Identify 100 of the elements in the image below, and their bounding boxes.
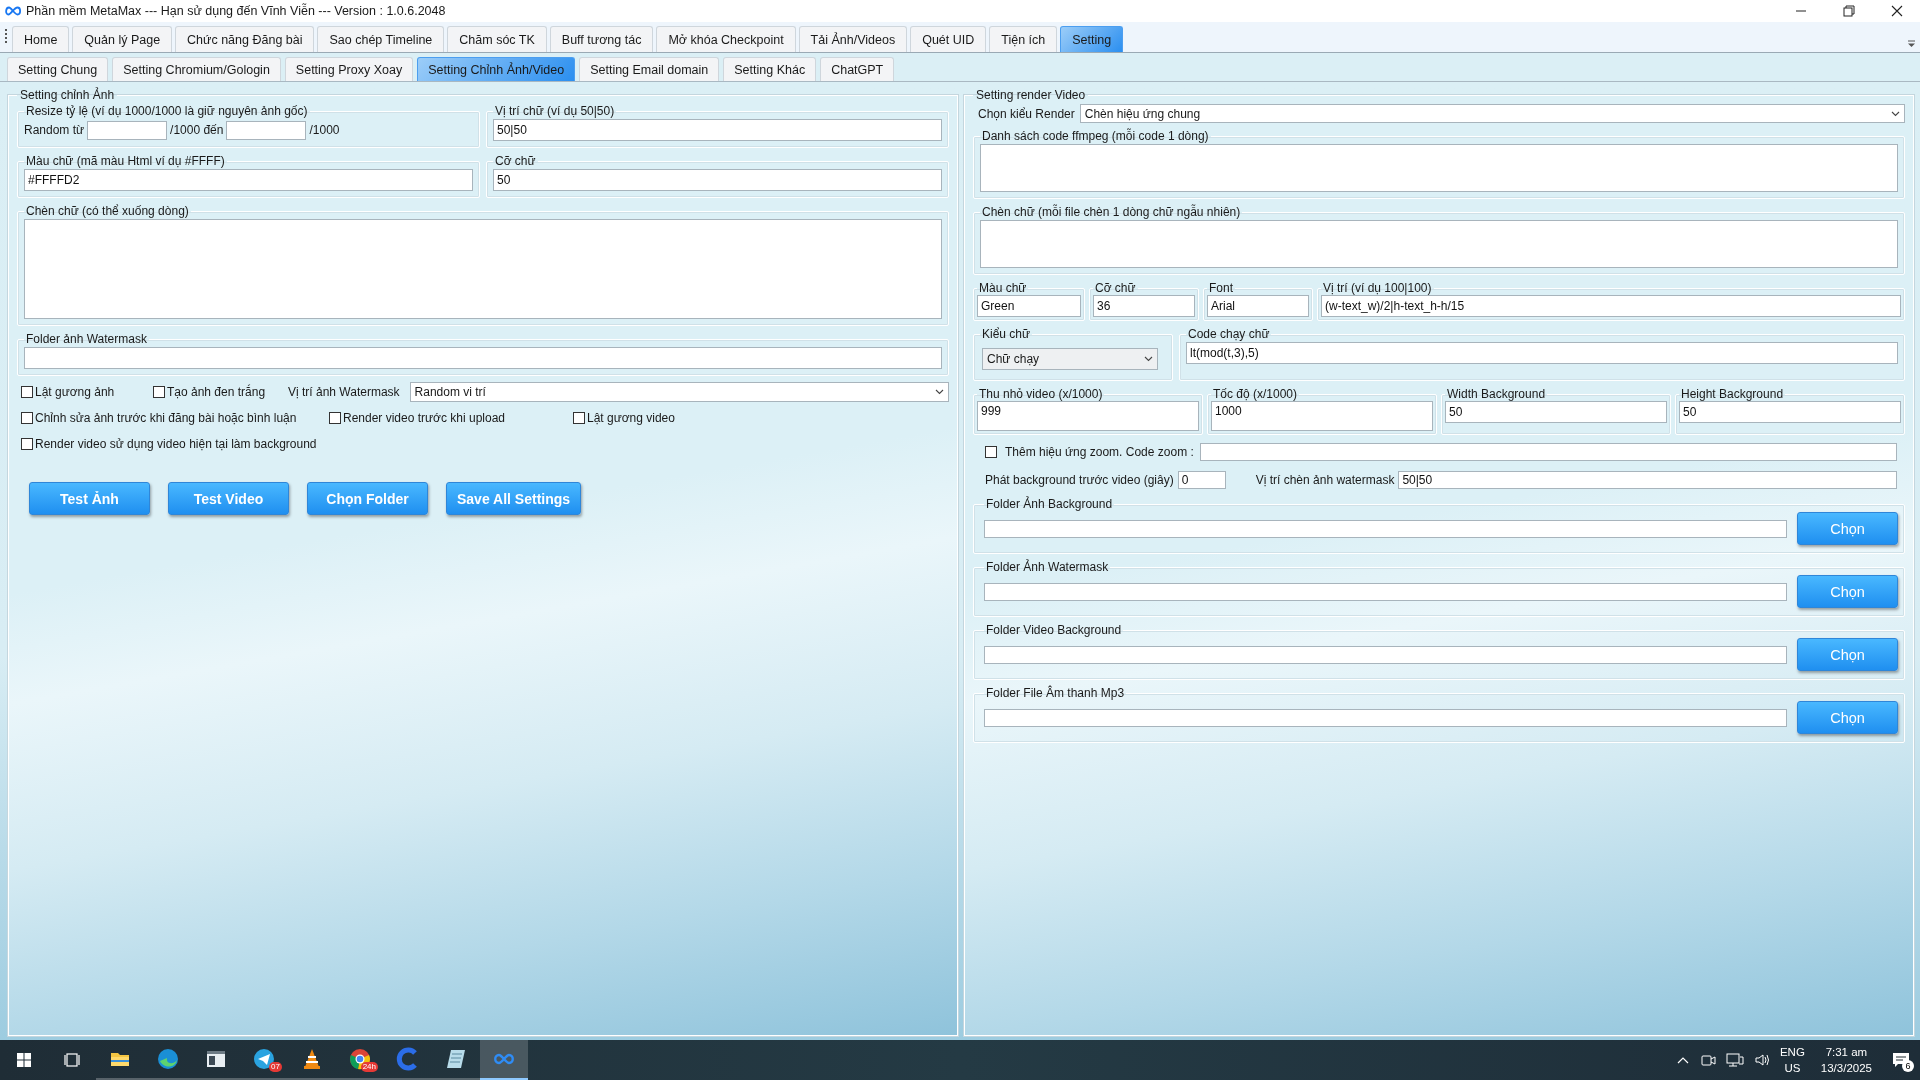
checkbox-label: Render video sử dụng video hiện tại làm background xyxy=(35,437,317,451)
group-label: Folder Video Background xyxy=(985,623,1123,637)
dropdown[interactable]: Random vi trí xyxy=(409,382,949,402)
group-label: Folder ảnh Watermask xyxy=(25,332,148,346)
dropdown[interactable]: Chữ chạy xyxy=(982,348,1158,370)
tab[interactable]: Setting Khác xyxy=(723,57,817,81)
checkbox-label: Chỉnh sửa ảnh trước khi đăng bài hoặc bình luận xyxy=(35,411,297,425)
notification-count: 6 xyxy=(1902,1060,1914,1072)
checkbox[interactable] xyxy=(21,438,33,450)
group-label: Folder File Âm thanh Mp3 xyxy=(985,686,1126,700)
checkbox[interactable] xyxy=(21,386,33,398)
input-field[interactable] xyxy=(984,519,1787,538)
input-field[interactable] xyxy=(226,120,307,140)
group-label: Vị trí (ví dụ 100|100) xyxy=(1322,281,1433,295)
checkbox[interactable] xyxy=(985,446,997,458)
chevron-up-icon[interactable] xyxy=(1675,1055,1690,1065)
input-field[interactable] xyxy=(984,645,1787,664)
input-field[interactable]: 50|50 xyxy=(493,119,942,141)
group-label: Tốc độ (x/1000) xyxy=(1212,387,1299,401)
tab[interactable]: Home xyxy=(12,26,70,52)
input-field[interactable]: 999 xyxy=(977,401,1199,431)
tab[interactable]: Setting xyxy=(1060,26,1124,52)
tab[interactable]: Chức năng Đăng bài xyxy=(175,26,315,52)
tab[interactable]: Quét UID xyxy=(910,26,987,52)
globe-icon xyxy=(155,1046,181,1072)
clock-date[interactable]: 13/3/2025 xyxy=(1820,1060,1872,1076)
input-field[interactable]: (w-text_w)/2|h-text_h-h/15 xyxy=(1321,295,1901,317)
input-field[interactable] xyxy=(87,120,168,140)
group-label: Cỡ chữ xyxy=(494,154,537,168)
input-field[interactable]: 36 xyxy=(1093,295,1195,317)
field-label: /1000 xyxy=(309,123,340,137)
group-label: Height Background xyxy=(1680,387,1785,401)
input-field[interactable] xyxy=(24,347,942,369)
checkbox-label: Lật gương video xyxy=(587,411,675,425)
input-field[interactable] xyxy=(984,582,1787,601)
tab[interactable]: Chăm sóc TK xyxy=(447,26,547,52)
group-label: Màu chữ (mã màu Html ví dụ #FFFF) xyxy=(25,154,226,168)
tab[interactable]: Tải Ảnh/Videos xyxy=(798,26,908,52)
input-field[interactable]: 50 xyxy=(1445,401,1667,423)
checkbox-label: Render video trước khi upload xyxy=(343,411,505,425)
input-field[interactable]: 50 xyxy=(1679,401,1901,423)
language-label[interactable]: ENG xyxy=(1779,1044,1805,1060)
tab[interactable]: Buff tương tác xyxy=(549,26,654,52)
group-label: Màu chữ xyxy=(978,281,1028,295)
group-label: Chèn chữ (mỗi file chèn 1 dòng chữ ngẫu nhiên) xyxy=(981,205,1242,219)
caret-icon xyxy=(935,389,944,395)
tab[interactable]: ChatGPT xyxy=(820,57,895,81)
input-field[interactable]: 50 xyxy=(493,169,942,191)
tab[interactable]: Setting Proxy Xoay xyxy=(284,57,414,81)
tab[interactable]: Tiện ích xyxy=(989,26,1058,52)
panel-title: Setting chỉnh Ảnh xyxy=(19,88,116,102)
group-label: Cỡ chữ xyxy=(1094,281,1137,295)
network-icon[interactable] xyxy=(1725,1052,1744,1068)
input-field[interactable] xyxy=(1199,443,1897,461)
input-field[interactable]: 1000 xyxy=(1211,401,1433,431)
checkbox-label: Tạo ảnh đen trắng xyxy=(167,385,266,399)
field-label: Chọn kiểu Render xyxy=(978,106,1075,121)
checkbox[interactable] xyxy=(329,412,341,424)
group-label: Font xyxy=(1208,281,1234,295)
field-label: /1000 đến xyxy=(170,123,224,137)
group-label: Chèn chữ (có thể xuống dòng) xyxy=(25,204,190,218)
dropdown[interactable]: Chèn hiệu ứng chung xyxy=(1079,104,1905,123)
taskbar-button[interactable]: 07 xyxy=(240,1040,288,1080)
group-label: Folder Ảnh Background xyxy=(985,497,1114,511)
volume-icon[interactable] xyxy=(1753,1052,1770,1068)
input-field[interactable]: Arial xyxy=(1207,295,1309,317)
input-field[interactable]: lt(mod(t,3),5) xyxy=(1186,342,1898,364)
tab[interactable]: Setting Email domain xyxy=(579,57,720,81)
field-label: Random từ xyxy=(24,123,85,137)
tab[interactable]: Sao chép Timeline xyxy=(317,26,445,52)
tab[interactable]: Mở khóa Checkpoint xyxy=(656,26,796,52)
group-label: Code chạy chữ xyxy=(1187,327,1271,341)
tab[interactable]: Setting Chromium/Gologin xyxy=(112,57,281,81)
clock-time[interactable]: 7:31 am xyxy=(1825,1044,1868,1060)
grip-icon[interactable] xyxy=(4,28,8,46)
caret-icon xyxy=(1891,110,1900,117)
panel-title: Setting render Video xyxy=(975,88,1087,102)
input-field[interactable] xyxy=(984,708,1787,727)
camera-icon[interactable] xyxy=(1699,1052,1716,1068)
taskbar-button[interactable]: 24h xyxy=(336,1040,384,1080)
badge-count: 07 xyxy=(269,1062,282,1072)
input-field[interactable]: 50|50 xyxy=(1398,471,1897,489)
field-label: Vị trí ảnh Watermask xyxy=(288,385,400,399)
input-field[interactable]: #FFFFD2 xyxy=(24,169,473,191)
tab[interactable]: Quản lý Page xyxy=(72,26,173,52)
checkbox[interactable] xyxy=(573,412,585,424)
tab[interactable]: Setting Chung xyxy=(7,57,109,81)
input-field[interactable]: 0 xyxy=(1177,471,1226,489)
input-field[interactable]: Green xyxy=(977,295,1081,317)
group-label: Thu nhỏ video (x/1000) xyxy=(978,387,1104,401)
checkbox[interactable] xyxy=(21,412,33,424)
tab[interactable]: Setting Chỉnh Ảnh/Video xyxy=(417,57,576,81)
group-label: Resize tỷ lệ (ví dụ 1000/1000 là giữ nguyên ảnh gốc) xyxy=(25,104,309,118)
group-label: Folder Ảnh Watermask xyxy=(985,560,1110,574)
infinity-logo-icon xyxy=(4,6,22,16)
overflow-icon[interactable] xyxy=(1907,40,1916,48)
field-label: Phát background trước video (giây) xyxy=(985,473,1174,487)
checkbox[interactable] xyxy=(153,386,165,398)
region-label[interactable]: US xyxy=(1784,1060,1801,1076)
group-label: Kiểu chữ xyxy=(981,327,1032,341)
